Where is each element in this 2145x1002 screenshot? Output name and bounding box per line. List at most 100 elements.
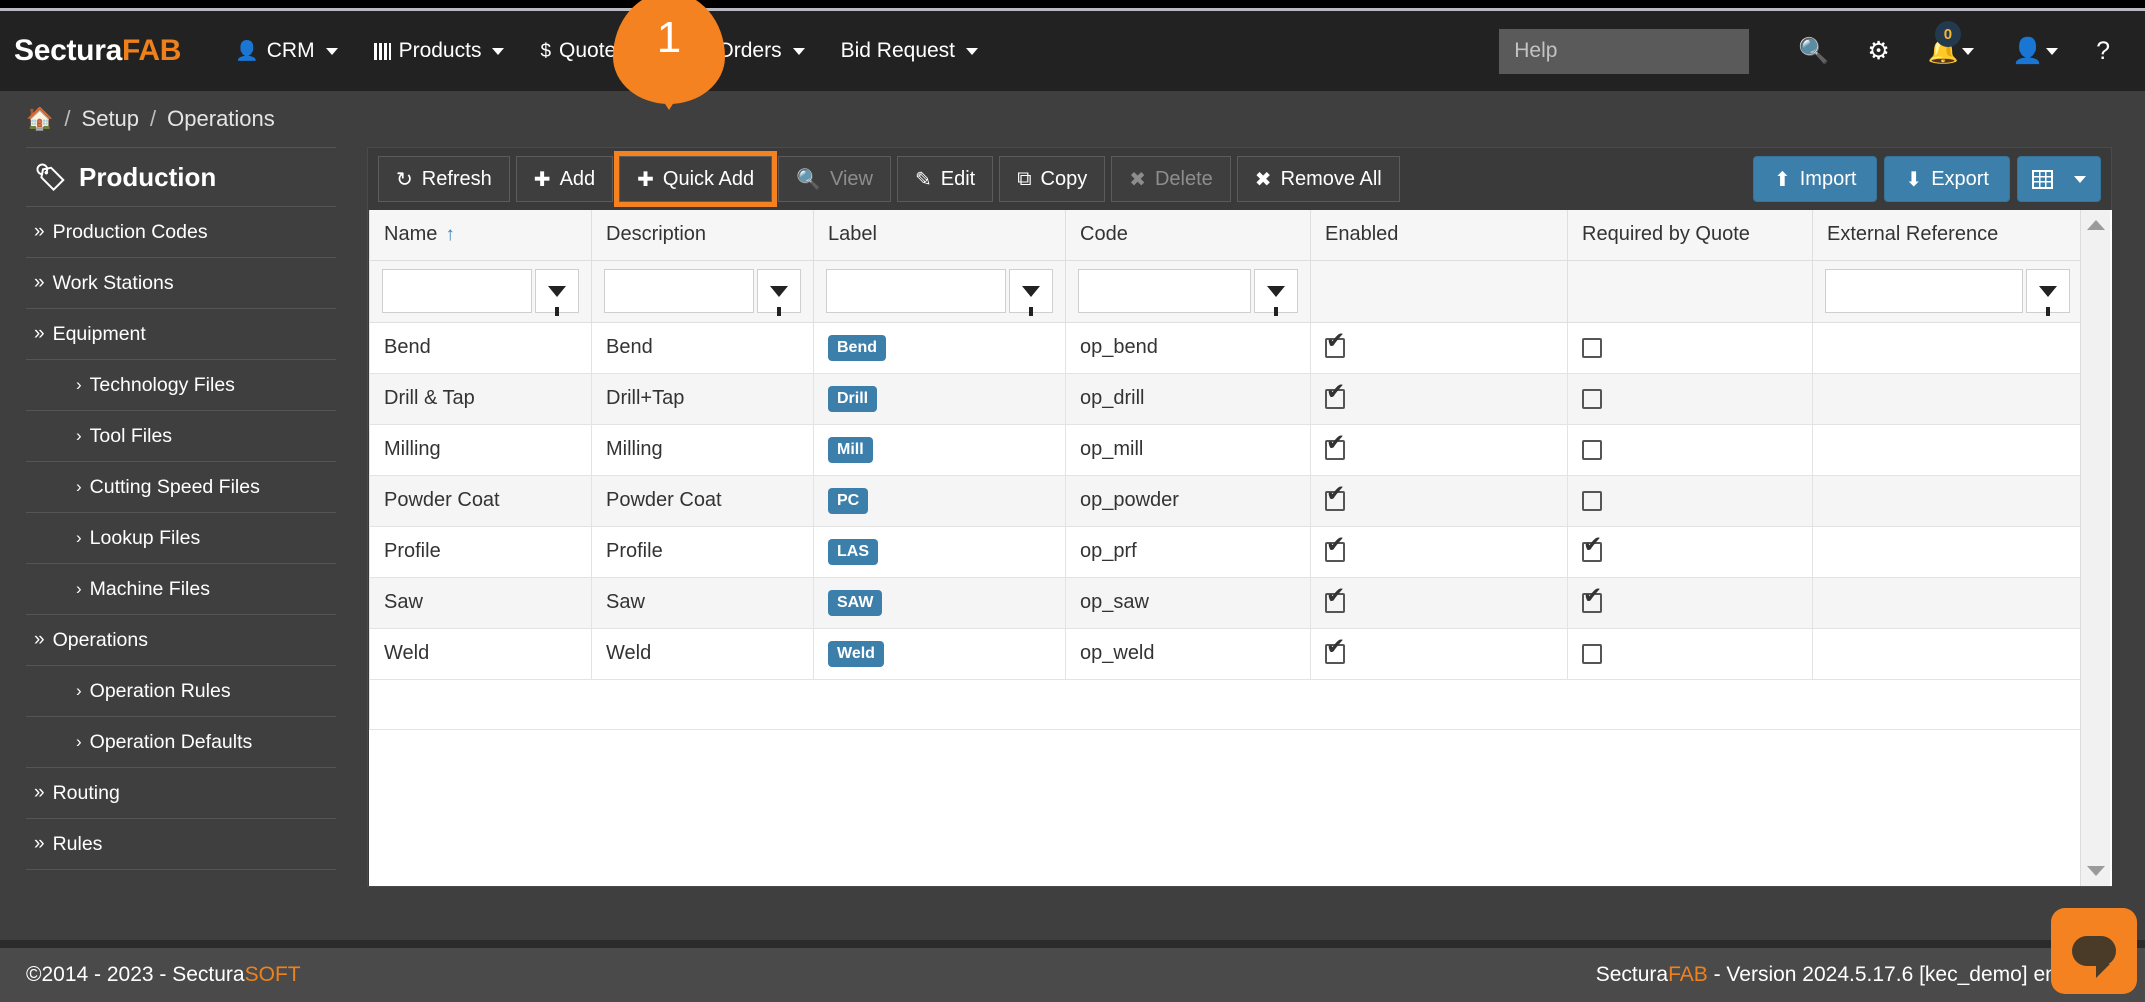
nav-item-products[interactable]: Products [356,11,523,91]
filter-input-description[interactable] [604,269,754,313]
column-header-description[interactable]: Description [592,210,814,260]
required-checkbox[interactable] [1582,389,1602,409]
cell-label: Bend [814,322,1066,373]
footer-brand-accent: FAB [1668,963,1708,986]
breadcrumb-item-operations[interactable]: Operations [167,106,275,132]
enabled-checkbox[interactable] [1325,389,1345,409]
table-row[interactable]: Drill & Tap Drill+Tap Drill op_drill [370,373,2083,424]
filter-cell-code [1066,260,1311,322]
sidebar-item-lookup-files[interactable]: › Lookup Files [26,513,336,564]
required-checkbox[interactable] [1582,542,1602,562]
plus-icon: ✚ [534,167,551,192]
cell-external [1813,577,2083,628]
table-row[interactable]: Weld Weld Weld op_weld [370,628,2083,679]
delete-button[interactable]: ✖ Delete [1111,156,1231,202]
filter-input-external-reference[interactable] [1825,269,2023,313]
filter-input-code[interactable] [1078,269,1251,313]
enabled-checkbox[interactable] [1325,593,1345,613]
required-checkbox[interactable] [1582,338,1602,358]
scroll-down-button[interactable] [2081,856,2111,886]
filter-button-label[interactable] [1009,269,1053,313]
button-label: View [830,168,873,191]
chat-bubble-icon [2072,936,2116,966]
required-checkbox[interactable] [1582,593,1602,613]
filter-button-name[interactable] [535,269,579,313]
table-row[interactable]: Profile Profile LAS op_prf [370,526,2083,577]
notifications-bell-button[interactable]: 0 🔔 [1909,11,1993,91]
table-row[interactable]: Milling Milling Mill op_mill [370,424,2083,475]
user-icon: 👤 [235,42,259,61]
copy-button[interactable]: ⧉ Copy [999,156,1105,202]
cell-enabled [1311,577,1568,628]
gear-icon[interactable]: ⚙ [1848,11,1908,91]
grid-vertical-scrollbar[interactable] [2080,210,2110,886]
chevron-right-icon: › [76,426,82,446]
import-button[interactable]: ⬆ Import [1753,156,1877,202]
sidebar-item-routing[interactable]: » Routing [26,768,336,819]
scroll-up-button[interactable] [2081,210,2111,240]
column-header-enabled[interactable]: Enabled [1311,210,1568,260]
table-row[interactable]: Bend Bend Bend op_bend [370,322,2083,373]
view-button[interactable]: 🔍 View [778,156,891,202]
required-checkbox[interactable] [1582,644,1602,664]
column-header-name[interactable]: Name↑ [370,210,592,260]
export-button[interactable]: ⬇ Export [1884,156,2010,202]
add-button[interactable]: ✚ Add [516,156,613,202]
table-row[interactable]: Powder Coat Powder Coat PC op_powder [370,475,2083,526]
chat-widget-button[interactable] [2051,908,2137,994]
sidebar-item-rules[interactable]: » Rules [26,819,336,870]
cell-enabled [1311,373,1568,424]
sidebar-item-cutting-speed-files[interactable]: › Cutting Speed Files [26,462,336,513]
double-chevron-icon: » [34,629,45,651]
enabled-checkbox[interactable] [1325,542,1345,562]
help-search-input[interactable] [1499,29,1749,74]
enabled-checkbox[interactable] [1325,338,1345,358]
breadcrumb-item-setup[interactable]: Setup [82,106,140,132]
search-icon[interactable]: 🔍 [1779,11,1848,91]
user-account-button[interactable]: 👤 [1993,11,2077,91]
column-header-external-reference[interactable]: External Reference [1813,210,2083,260]
grid-options-button[interactable] [2017,156,2101,202]
filter-button-external-reference[interactable] [2026,269,2070,313]
sidebar-item-technology-files[interactable]: › Technology Files [26,360,336,411]
column-header-label[interactable]: Label [814,210,1066,260]
sidebar-item-tool-files[interactable]: › Tool Files [26,411,336,462]
table-row[interactable]: Saw Saw SAW op_saw [370,577,2083,628]
question-mark-icon[interactable]: ? [2077,11,2129,91]
sidebar-item-equipment[interactable]: » Equipment [26,309,336,360]
double-chevron-icon: » [34,272,45,294]
required-checkbox[interactable] [1582,491,1602,511]
enabled-checkbox[interactable] [1325,440,1345,460]
x-icon: ✖ [1129,167,1146,192]
filter-button-description[interactable] [757,269,801,313]
refresh-button[interactable]: ↻ Refresh [378,156,510,202]
sidebar-item-operation-rules[interactable]: › Operation Rules [26,666,336,717]
filter-input-label[interactable] [826,269,1006,313]
nav-item-bid-request[interactable]: Bid Request [823,11,996,91]
sidebar-item-machine-files[interactable]: › Machine Files [26,564,336,615]
cell-code: op_mill [1066,424,1311,475]
filter-input-name[interactable] [382,269,532,313]
sidebar-item-operations[interactable]: » Operations [26,615,336,666]
remove-all-button[interactable]: ✖ Remove All [1237,156,1400,202]
column-header-code[interactable]: Code [1066,210,1311,260]
chevron-down-icon [1962,48,1974,55]
cell-name: Drill & Tap [370,373,592,424]
edit-button[interactable]: ✎ Edit [897,156,993,202]
sidebar-item-operation-defaults[interactable]: › Operation Defaults [26,717,336,768]
table-header-row: Name↑ Description Label Code Enabled Req… [370,210,2083,260]
sidebar-item-work-stations[interactable]: » Work Stations [26,258,336,309]
home-icon[interactable]: 🏠 [26,106,53,132]
footer-brand-primary: Sectura [1596,963,1668,986]
enabled-checkbox[interactable] [1325,644,1345,664]
chevron-right-icon: › [76,477,82,497]
nav-item-crm[interactable]: 👤 CRM [217,11,356,91]
filter-button-code[interactable] [1254,269,1298,313]
sidebar-item-production-codes[interactable]: » Production Codes [26,207,336,258]
required-checkbox[interactable] [1582,440,1602,460]
column-header-required-by-quote[interactable]: Required by Quote [1568,210,1813,260]
cell-enabled [1311,322,1568,373]
brand-logo[interactable]: SecturaFAB [14,34,181,68]
enabled-checkbox[interactable] [1325,491,1345,511]
quick-add-button[interactable]: ✚ Quick Add [619,156,772,202]
